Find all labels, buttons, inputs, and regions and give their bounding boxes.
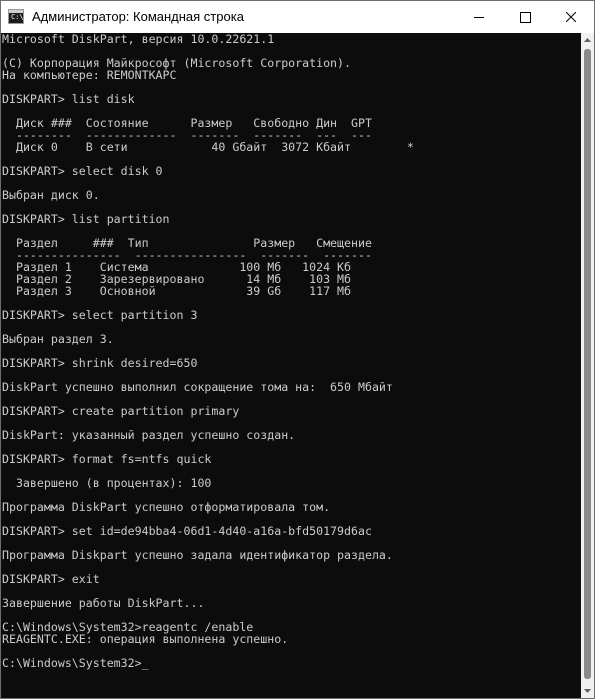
- console-line: C:\Windows\System32>_: [2, 656, 149, 670]
- title-bar[interactable]: C:\. Администратор: Командная строка: [1, 1, 594, 33]
- console-line: Завершение работы DiskPart...: [2, 596, 205, 610]
- console-line: DiskPart: указанный раздел успешно созда…: [2, 428, 296, 442]
- scroll-up-button[interactable]: [581, 33, 594, 47]
- close-button[interactable]: [548, 1, 594, 33]
- console-line: DISKPART> list disk: [2, 92, 135, 106]
- chevron-down-icon: [584, 689, 591, 693]
- close-icon: [566, 12, 576, 22]
- console-line: Раздел 3 Основной 39 Gб 117 Mб: [2, 284, 352, 298]
- scroll-down-button[interactable]: [581, 684, 594, 698]
- console-line: Microsoft DiskPart, версия 10.0.22621.1: [2, 33, 275, 46]
- app-icon-label: C:\.: [11, 13, 28, 21]
- console-line: DISKPART> set id=de94bba4-06d1-4d40-a16a…: [2, 524, 372, 538]
- console-line: DISKPART> list partition: [2, 212, 170, 226]
- console-line: Диск 0 В сети 40 Gбайт 3072 Kбайт *: [2, 140, 414, 154]
- chevron-up-icon: [584, 38, 591, 42]
- scroll-thumb[interactable]: [584, 49, 591, 679]
- console-line: DISKPART> create partition primary: [2, 404, 240, 418]
- console-line: DISKPART> format fs=ntfs quick: [2, 452, 212, 466]
- console-line: DiskPart успешно выполнил сокращение том…: [2, 380, 393, 394]
- console-line: DISKPART> shrink desired=650: [2, 356, 198, 370]
- console-line: Программа DiskPart успешно отформатирова…: [2, 500, 331, 514]
- minimize-icon: [474, 16, 484, 18]
- command-prompt-icon[interactable]: C:\.: [8, 9, 28, 24]
- console-line: Программа Diskpart успешно задала иденти…: [2, 548, 393, 562]
- console-line: DISKPART> select disk 0: [2, 164, 163, 178]
- console-line: Выбран диск 0.: [2, 188, 100, 202]
- window-title: Администратор: Командная строка: [32, 9, 244, 24]
- console-window: C:\. Администратор: Командная строка Mic…: [0, 0, 595, 699]
- vertical-scrollbar[interactable]: [581, 33, 594, 698]
- console-line: DISKPART> exit: [2, 572, 100, 586]
- console-line: На компьютере: REMONTKAPC: [2, 68, 177, 82]
- maximize-icon: [519, 11, 531, 23]
- console-line: DISKPART> select partition 3: [2, 308, 198, 322]
- console-output[interactable]: Microsoft DiskPart, версия 10.0.22621.1(…: [1, 33, 581, 698]
- maximize-button[interactable]: [502, 1, 548, 33]
- console-line: Выбран раздел 3.: [2, 332, 114, 346]
- console-line: Завершено (в процентах): 100: [2, 476, 212, 490]
- minimize-button[interactable]: [456, 1, 502, 33]
- console-line: REAGENTC.EXE: операция выполнена успешно…: [2, 632, 289, 646]
